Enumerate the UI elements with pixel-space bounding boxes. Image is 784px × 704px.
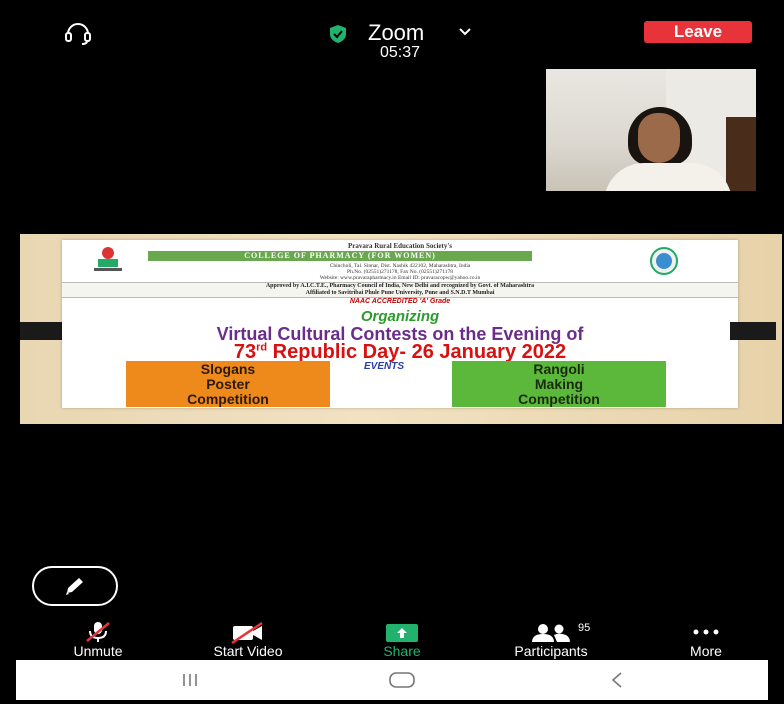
background-curtain bbox=[726, 117, 756, 191]
event-slogans-poster: Slogans Poster Competition bbox=[126, 361, 330, 407]
pencil-icon bbox=[66, 578, 83, 595]
shared-screen-content[interactable]: Pravara Rural Education Society's COLLEG… bbox=[20, 234, 782, 424]
meeting-title-area[interactable]: Zoom 05:37 bbox=[300, 18, 500, 68]
more-dots-icon bbox=[693, 629, 719, 635]
participant-face bbox=[638, 113, 680, 163]
audio-headset-icon[interactable] bbox=[58, 20, 98, 46]
microphone-muted-icon bbox=[86, 622, 110, 642]
events-label: EVENTS bbox=[364, 361, 405, 372]
participants-button[interactable]: 95 Participants bbox=[486, 618, 616, 660]
unmute-button[interactable]: Unmute bbox=[52, 618, 144, 660]
share-screen-icon bbox=[386, 624, 418, 642]
meeting-timer: 05:37 bbox=[379, 44, 421, 61]
share-button[interactable]: Share bbox=[360, 618, 444, 660]
event-banner: Pravara Rural Education Society's COLLEG… bbox=[62, 240, 738, 408]
participant-count: 95 bbox=[578, 622, 591, 634]
approval-line-1: Approved by A.I.C.T.E., Pharmacy Council… bbox=[265, 283, 535, 289]
video-off-icon bbox=[231, 622, 263, 644]
participants-icon bbox=[532, 624, 570, 642]
republic-day-number: 73 bbox=[233, 341, 257, 363]
leave-button[interactable]: Leave bbox=[644, 21, 752, 43]
more-label: More bbox=[690, 643, 722, 659]
zoom-meeting-screen: Zoom 05:37 Leave Pravara Rural Education… bbox=[0, 0, 784, 704]
address-line-3: Website: www.pravarapharmacy.in Email ID… bbox=[319, 275, 481, 281]
home-icon[interactable] bbox=[388, 671, 416, 689]
back-icon[interactable] bbox=[610, 671, 624, 689]
organizing-heading: Organizing bbox=[360, 308, 440, 325]
annotate-button[interactable] bbox=[32, 566, 118, 606]
chevron-down-icon bbox=[459, 28, 471, 36]
approval-statement: Approved by A.I.C.T.E., Pharmacy Council… bbox=[62, 282, 738, 298]
share-label: Share bbox=[383, 643, 421, 659]
college-name: COLLEGE OF PHARMACY (FOR WOMEN) bbox=[148, 251, 532, 261]
self-video-tile[interactable] bbox=[546, 69, 756, 191]
event-rangoli: Rangoli Making Competition bbox=[452, 361, 666, 407]
naac-grade: NAAC ACCREDITED 'A' Grade bbox=[349, 298, 451, 305]
unmute-label: Unmute bbox=[73, 643, 123, 659]
society-name: Pravara Rural Education Society's bbox=[347, 242, 453, 250]
ordinal-suffix: rd bbox=[256, 341, 268, 354]
more-button[interactable]: More bbox=[664, 618, 748, 660]
participants-label: Participants bbox=[514, 643, 588, 659]
screen-edge-bar-left bbox=[20, 322, 62, 340]
approval-line-2: Affiliated to Savitribai Phule Pune Univ… bbox=[305, 290, 495, 296]
republic-day-text: Republic Day- 26 January 2022 bbox=[267, 341, 567, 363]
start-video-button[interactable]: Start Video bbox=[186, 618, 310, 660]
system-navigation-bar bbox=[16, 660, 768, 700]
screen-edge-bar-right bbox=[730, 322, 776, 340]
start-video-label: Start Video bbox=[213, 643, 283, 659]
recent-apps-icon[interactable] bbox=[180, 673, 200, 687]
